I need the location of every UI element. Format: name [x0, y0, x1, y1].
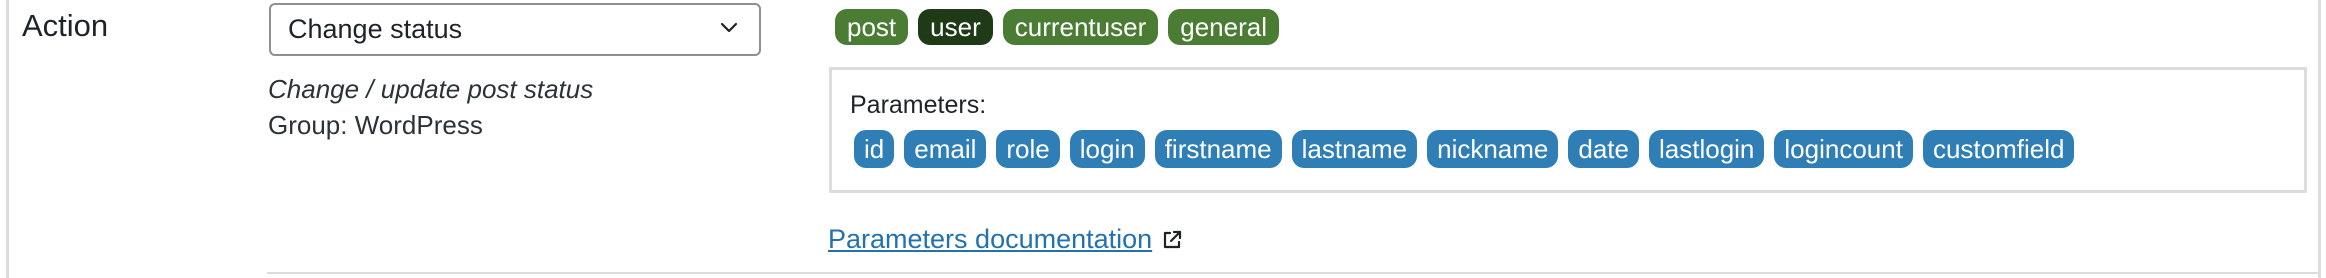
action-description: Change / update post status: [268, 74, 594, 104]
action-row: Action Change status Change / update pos…: [0, 0, 2326, 278]
param-id[interactable]: id: [854, 130, 895, 168]
tag-list: post user currentuser general: [835, 9, 1279, 45]
param-firstname[interactable]: firstname: [1154, 130, 1282, 168]
external-link-icon: [1164, 230, 1182, 248]
tag-general: general: [1168, 9, 1279, 45]
param-logincount[interactable]: logincount: [1774, 130, 1913, 168]
parameters-documentation-link[interactable]: Parameters documentation: [828, 224, 1184, 255]
tag-post: post: [835, 9, 909, 45]
tag-user: user: [918, 9, 993, 45]
param-lastname[interactable]: lastname: [1291, 130, 1418, 168]
param-role[interactable]: role: [996, 130, 1060, 168]
parameters-box: Parameters: id email role login firstnam…: [829, 67, 2307, 193]
tag-currentuser: currentuser: [1002, 9, 1159, 45]
chevron-down-icon: [720, 22, 738, 33]
param-email[interactable]: email: [904, 130, 987, 168]
row-label: Action: [22, 8, 109, 43]
right-divider: [2318, 0, 2321, 278]
param-customfield[interactable]: customfield: [1922, 130, 2075, 168]
action-select[interactable]: Change status: [269, 3, 761, 56]
select-value: Change status: [288, 14, 463, 44]
parameters-title: Parameters:: [850, 91, 987, 119]
bottom-divider: [267, 272, 2319, 274]
param-login[interactable]: login: [1069, 130, 1145, 168]
parameters-list: id email role login firstname lastname n…: [854, 130, 2075, 168]
param-nickname[interactable]: nickname: [1427, 130, 1559, 168]
left-divider: [6, 0, 9, 278]
param-lastlogin[interactable]: lastlogin: [1649, 130, 1765, 168]
action-group: Group: WordPress: [268, 110, 483, 140]
param-date[interactable]: date: [1568, 130, 1639, 168]
doc-link-label: Parameters documentation: [828, 224, 1153, 254]
